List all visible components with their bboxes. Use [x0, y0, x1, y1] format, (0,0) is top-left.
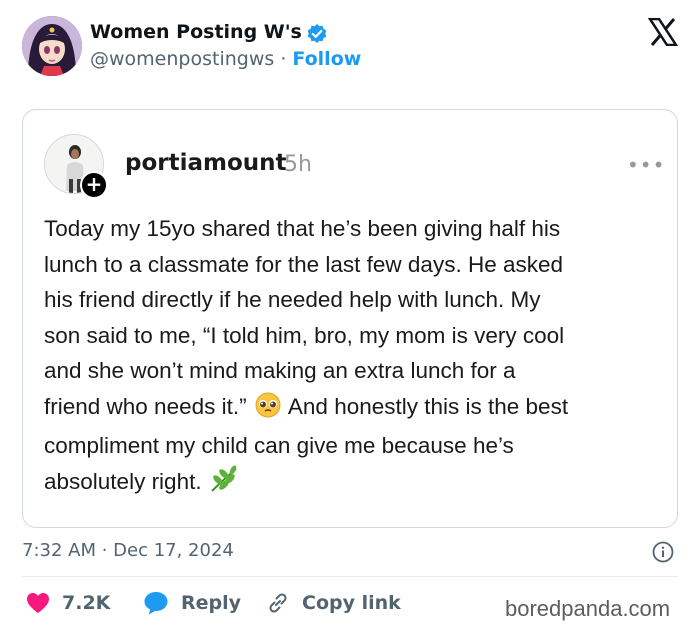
quoted-username[interactable]: portiamount	[125, 150, 287, 176]
x-logo-icon[interactable]	[647, 17, 679, 47]
like-button[interactable]: 7.2K	[26, 590, 110, 616]
quoted-time-ago: 5h	[284, 152, 312, 177]
copy-link-button[interactable]: Copy link	[266, 590, 401, 616]
text-line: lunch to a classmate for the last few da…	[44, 251, 564, 277]
author-avatar[interactable]	[22, 16, 82, 76]
info-icon[interactable]	[652, 541, 674, 563]
separator: ·	[280, 48, 287, 70]
author-handle[interactable]: @womenpostingws	[90, 48, 274, 70]
text-segment: friend who needs it.”	[44, 393, 247, 419]
plus-icon[interactable]: +	[80, 171, 108, 199]
reply-button[interactable]: Reply	[143, 590, 241, 616]
more-icon[interactable]: •••	[627, 153, 665, 177]
link-icon	[269, 593, 287, 613]
text-line: Today my 15yo shared that he’s been givi…	[44, 216, 561, 241]
quoted-post-text: Today my 15yo shared that he’s been givi…	[44, 211, 664, 503]
follow-button[interactable]: Follow	[292, 48, 361, 70]
reply-label: Reply	[181, 592, 242, 614]
pleading-face-emoji	[253, 392, 283, 429]
quoted-post-card[interactable]: + portiamount 5h ••• Today my 15yo share…	[22, 109, 678, 528]
handle-row: @womenpostingws · Follow	[90, 48, 361, 70]
divider	[22, 576, 678, 577]
like-count: 7.2K	[62, 592, 111, 614]
text-line: absolutely right.	[44, 464, 664, 504]
text-segment: And honestly this is the best	[287, 393, 569, 419]
copy-link-label: Copy link	[302, 592, 401, 614]
text-line: his friend directly if he needed help wi…	[44, 287, 541, 312]
tweet-timestamp[interactable]: 7:32 AM · Dec 17, 2024	[22, 540, 234, 561]
tweet-header: Women Posting W's @womenpostingws · Foll…	[0, 0, 700, 100]
heart-icon	[27, 593, 49, 613]
text-segment: absolutely right.	[44, 468, 202, 494]
text-line: son said to me, “I told him, bro, my mom…	[44, 322, 565, 348]
text-line: compliment my child can give me because …	[44, 433, 514, 458]
text-line: friend who needs it.” And honestly this …	[44, 389, 664, 429]
herb-emoji	[208, 464, 240, 504]
text-line: and she won’t mind making an extra lunch…	[44, 358, 516, 383]
author-display-name[interactable]: Women Posting W's	[90, 21, 302, 43]
watermark: boredpanda.com	[505, 596, 671, 621]
verified-badge-icon	[306, 23, 328, 45]
reply-bubble-icon	[144, 592, 168, 615]
